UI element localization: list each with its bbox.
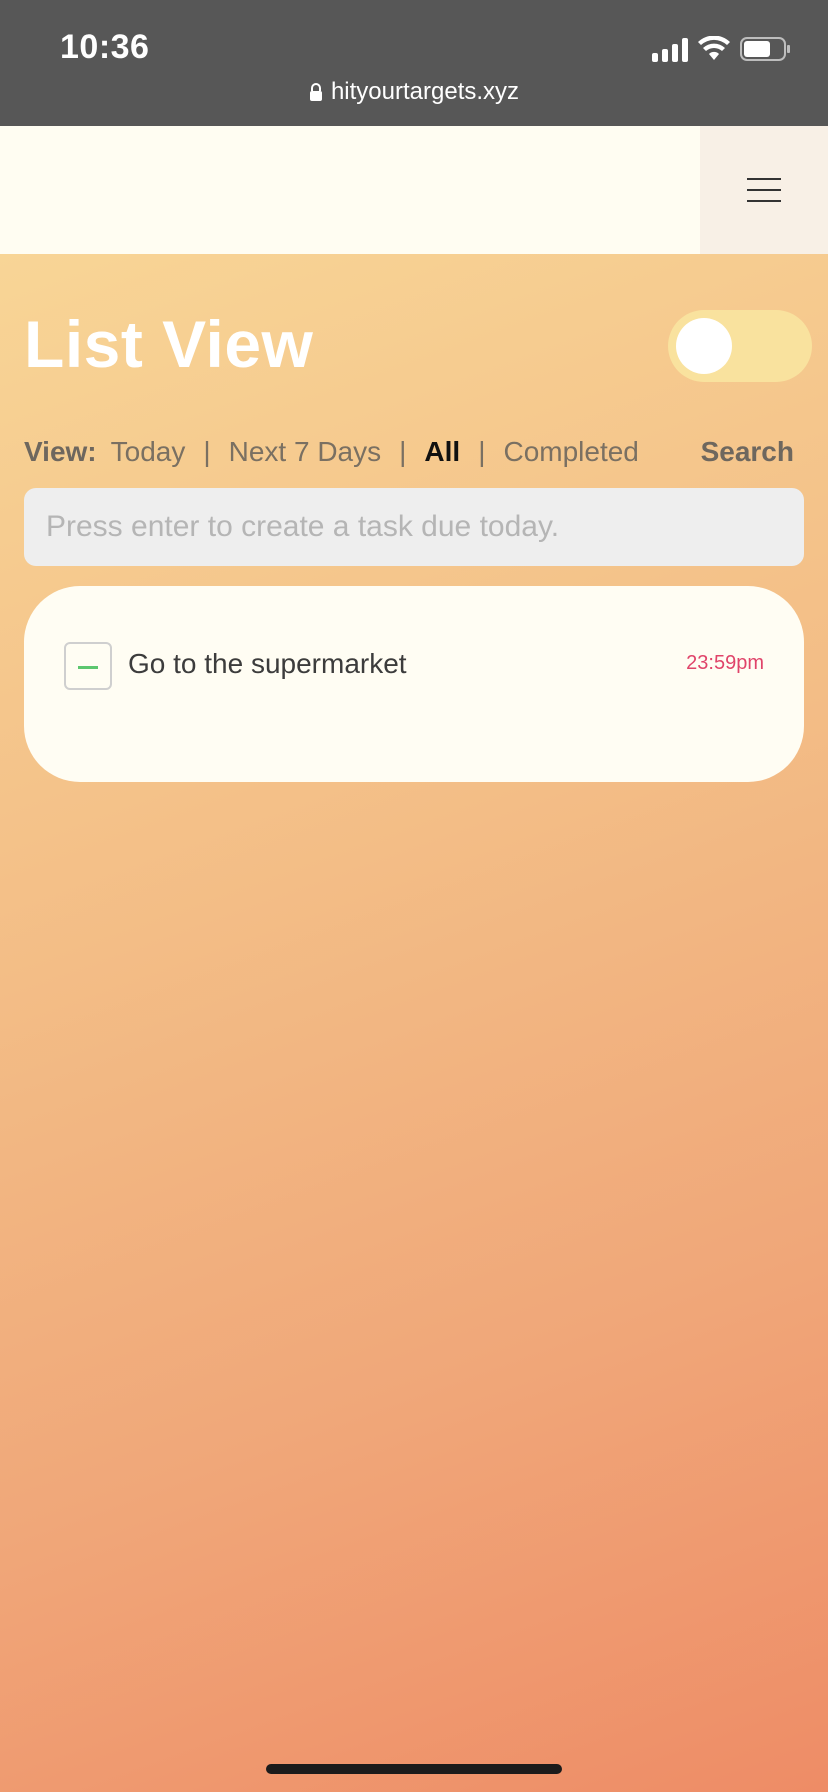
app-header bbox=[0, 126, 828, 254]
lock-icon bbox=[309, 83, 322, 101]
view-toggle[interactable] bbox=[668, 310, 812, 382]
home-indicator bbox=[266, 1764, 562, 1774]
task-title[interactable]: Go to the supermarket bbox=[128, 648, 407, 680]
url-bar[interactable]: hityourtargets.xyz bbox=[0, 78, 828, 106]
task-due-time: 23:59pm bbox=[686, 652, 764, 674]
view-option-next-7-days[interactable]: Next 7 Days bbox=[229, 436, 382, 468]
url-text: hityourtargets.xyz bbox=[330, 78, 520, 105]
task-checkbox[interactable] bbox=[64, 642, 112, 690]
battery-icon bbox=[740, 37, 790, 61]
view-filter-bar: View: Today | Next 7 Days | All | Comple… bbox=[24, 432, 804, 472]
view-separator: | bbox=[399, 436, 407, 467]
view-separator: | bbox=[478, 436, 486, 467]
page-title: List View bbox=[24, 307, 314, 381]
view-separator: | bbox=[203, 436, 211, 467]
status-time: 10:36 bbox=[60, 28, 150, 66]
signal-icon bbox=[652, 38, 688, 62]
menu-button[interactable] bbox=[700, 126, 828, 254]
view-label: View: bbox=[24, 436, 97, 467]
task-list-card: Go to the supermarket 23:59pm bbox=[24, 586, 804, 782]
wifi-icon bbox=[698, 36, 730, 60]
status-bar: 10:36 hityourtargets.xyz bbox=[0, 0, 828, 126]
hamburger-menu-icon bbox=[747, 178, 781, 202]
view-option-completed[interactable]: Completed bbox=[503, 436, 638, 468]
view-option-all[interactable]: All bbox=[424, 436, 460, 468]
main-content: List View View: Today | Next 7 Days | Al… bbox=[0, 254, 828, 1792]
minus-icon bbox=[78, 666, 98, 669]
search-link[interactable]: Search bbox=[701, 436, 794, 468]
status-icons bbox=[652, 36, 792, 62]
view-option-today[interactable]: Today bbox=[111, 436, 186, 468]
toggle-knob bbox=[676, 318, 732, 374]
new-task-input[interactable] bbox=[24, 488, 804, 566]
